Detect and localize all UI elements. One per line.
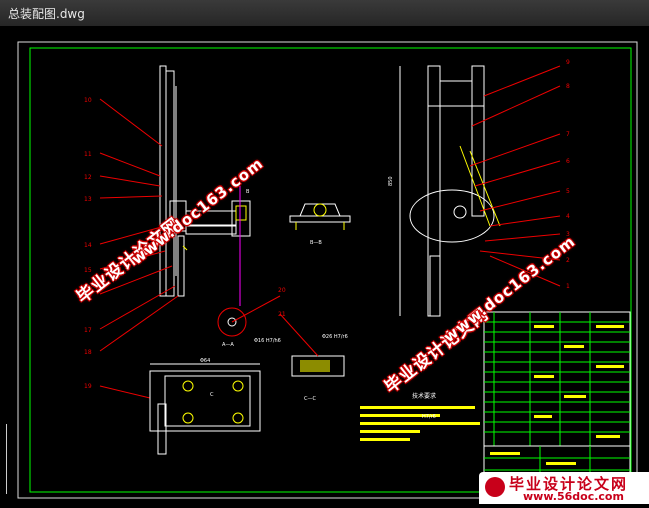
window-titlebar: 总装配图.dwg bbox=[0, 0, 649, 27]
callout-10: 10 bbox=[84, 97, 92, 104]
callout-17: 17 bbox=[84, 327, 92, 334]
callout-4: 4 bbox=[566, 213, 570, 220]
section-label-cc: C—C bbox=[304, 396, 316, 402]
notes-title: 技术要求 bbox=[412, 392, 436, 400]
notes-lines bbox=[360, 406, 480, 441]
width-dim: Φ64 bbox=[200, 358, 210, 364]
section-bb-view bbox=[289, 203, 351, 230]
callout-9: 9 bbox=[566, 59, 570, 66]
callout-18: 18 bbox=[84, 349, 92, 356]
notes-fit: H7/r6 bbox=[422, 414, 436, 420]
site-logo-badge: 毕业设计论文网 www.56doc.com bbox=[479, 472, 649, 504]
section-label-b: B bbox=[246, 189, 250, 195]
callout-6: 6 bbox=[566, 158, 570, 165]
window-title: 总装配图.dwg bbox=[8, 7, 85, 21]
callout-21: 21 bbox=[278, 311, 286, 318]
site-logo-icon bbox=[485, 477, 505, 497]
parts-list bbox=[483, 311, 631, 447]
callout-2: 2 bbox=[566, 257, 570, 264]
callout-8: 8 bbox=[566, 83, 570, 90]
site-logo-url: www.56doc.com bbox=[523, 490, 624, 503]
callout-13: 13 bbox=[84, 196, 92, 203]
callout-11: 11 bbox=[84, 151, 92, 158]
callout-19: 19 bbox=[84, 383, 92, 390]
section-label-c: C bbox=[210, 392, 214, 398]
section-label-bb: B—B bbox=[310, 240, 322, 246]
callout-14: 14 bbox=[84, 242, 92, 249]
section-label-aa: A—A bbox=[222, 342, 234, 348]
height-dim: 850 bbox=[388, 176, 394, 186]
callout-12: 12 bbox=[84, 174, 92, 181]
callout-20: 20 bbox=[278, 287, 286, 294]
fit-dim-2: Φ26 H7/r6 bbox=[322, 334, 348, 340]
ucs-icon bbox=[6, 424, 17, 494]
callout-1: 1 bbox=[566, 283, 570, 290]
callout-5: 5 bbox=[566, 188, 570, 195]
callout-7: 7 bbox=[566, 131, 570, 138]
right-assembly-view bbox=[399, 65, 495, 317]
section-cc-view bbox=[279, 313, 345, 377]
plan-view bbox=[149, 363, 261, 455]
cad-canvas[interactable]: B 10 11 12 13 14 15 16 17 18 19 B—B A—A … bbox=[0, 26, 649, 504]
section-aa-view bbox=[217, 295, 281, 337]
fit-dim-1: Φ16 H7/h6 bbox=[254, 338, 281, 344]
